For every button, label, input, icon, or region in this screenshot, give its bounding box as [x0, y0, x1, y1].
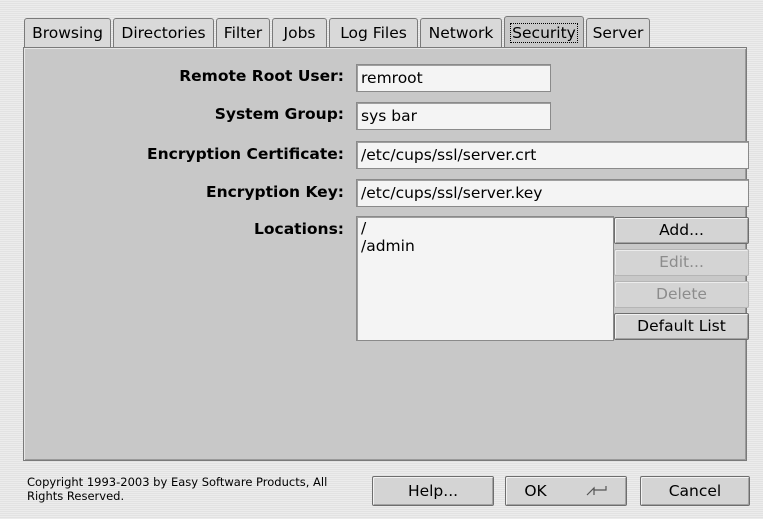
security-panel: Remote Root User: remroot System Group: … [23, 47, 749, 461]
ok-button[interactable]: OK [505, 476, 627, 506]
list-item[interactable]: / [361, 219, 609, 237]
tab-label: Directories [121, 24, 206, 42]
enter-key-icon [586, 478, 608, 506]
edit-location-button[interactable]: Edit... [614, 249, 749, 276]
copyright-notice: Copyright 1993-2003 by Easy Software Pro… [27, 475, 328, 503]
tab-log-files[interactable]: Log Files [329, 18, 418, 47]
tab-label: Jobs [283, 24, 316, 42]
locations-label: Locations: [253, 220, 344, 238]
tab-security[interactable]: Security [504, 16, 584, 47]
tab-label: Filter [223, 24, 263, 42]
encryption-certificate-field[interactable]: /etc/cups/ssl/server.crt [356, 141, 749, 169]
tab-label: Browsing [32, 24, 103, 42]
default-list-button[interactable]: Default List [614, 313, 749, 340]
tab-label: Security [510, 23, 578, 43]
remote-root-user-label: Remote Root User: [179, 67, 344, 85]
tab-jobs[interactable]: Jobs [272, 18, 327, 47]
delete-location-button[interactable]: Delete [614, 281, 749, 308]
encryption-key-label: Encryption Key: [205, 183, 344, 201]
locations-list[interactable]: / /admin [356, 216, 614, 341]
tab-directories[interactable]: Directories [113, 18, 214, 47]
system-group-field[interactable]: sys bar [356, 102, 551, 130]
cancel-button[interactable]: Cancel [640, 476, 750, 506]
encryption-key-field[interactable]: /etc/cups/ssl/server.key [356, 179, 749, 207]
list-item[interactable]: /admin [361, 237, 609, 255]
add-location-button[interactable]: Add... [614, 217, 749, 244]
remote-root-user-field[interactable]: remroot [356, 64, 551, 92]
tab-network[interactable]: Network [420, 18, 502, 47]
tab-label: Network [428, 24, 494, 42]
tab-browsing[interactable]: Browsing [24, 18, 111, 47]
system-group-label: System Group: [214, 105, 344, 123]
tab-filter[interactable]: Filter [216, 18, 270, 47]
tab-label: Log Files [340, 24, 407, 42]
tab-server[interactable]: Server [586, 18, 650, 47]
encryption-certificate-label: Encryption Certificate: [147, 145, 344, 163]
ok-button-label: OK [524, 482, 547, 500]
help-button[interactable]: Help... [372, 476, 494, 506]
tab-label: Server [592, 24, 644, 42]
